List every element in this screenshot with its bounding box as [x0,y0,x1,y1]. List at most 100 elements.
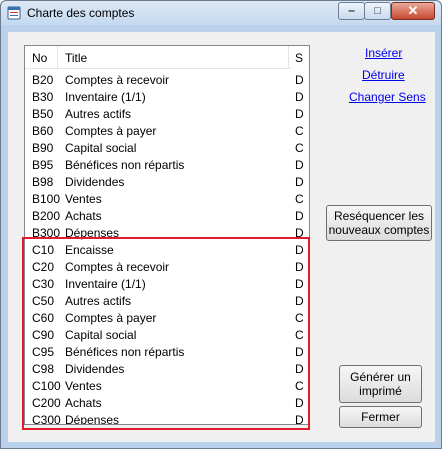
account-sign: D [295,396,304,410]
close-window-button[interactable]: ✕ [391,2,435,20]
table-row[interactable]: C30 Inventaire (1/1) D [25,276,304,293]
column-header-title[interactable]: Title [65,51,87,65]
table-row[interactable]: B20 Comptes à recevoir D [25,72,304,89]
account-title: Ventes [65,192,102,206]
account-number: B100 [32,192,61,206]
table-row[interactable]: B300 Dépenses D [25,225,304,242]
account-title: Dépenses [65,413,120,425]
account-number: B95 [32,158,54,172]
account-sign: C [295,311,304,325]
column-divider[interactable] [288,46,289,68]
insert-link[interactable]: Insérer [365,46,402,60]
account-number: B50 [32,107,54,121]
account-sign: D [295,73,304,87]
account-sign: D [295,107,304,121]
account-number: C100 [32,379,61,393]
column-header-no[interactable]: No [32,51,47,65]
account-title: Inventaire (1/1) [65,277,146,291]
account-title: Comptes à payer [65,124,157,138]
close-button-label: Fermer [361,410,400,424]
minimize-button[interactable]: ‒ [338,2,365,20]
account-sign: C [295,124,304,138]
close-icon: ✕ [407,3,419,18]
account-title: Bénéfices non répartis [65,158,185,172]
account-title: Dépenses [65,226,120,240]
client-area: No Title S B20 Comptes à recevoir D B30 Inve… [8,32,435,442]
resequence-button-line2: nouveaux comptes [328,223,430,237]
table-row[interactable]: C10 Encaisse D [25,242,304,259]
account-sign: D [295,260,304,274]
account-title: Autres actifs [65,294,132,308]
account-title: Dividendes [65,175,125,189]
account-title: Autres actifs [65,107,132,121]
table-row[interactable]: C200 Achats D [25,395,304,412]
account-number: C20 [32,260,55,274]
account-title: Achats [65,396,102,410]
account-sign: D [295,362,304,376]
chart-of-accounts-window: Charte des comptes ‒ □ ✕ No Title S B20 C… [0,0,442,449]
table-row[interactable]: C95 Bénéfices non répartis D [25,344,304,361]
account-sign: D [295,413,304,425]
account-number: C60 [32,311,55,325]
account-sign: D [295,277,304,291]
account-sign: D [295,158,304,172]
table-row[interactable]: B50 Autres actifs D [25,106,304,123]
account-title: Dividendes [65,362,125,376]
title-bar[interactable]: Charte des comptes ‒ □ ✕ [1,1,441,25]
account-number: C98 [32,362,55,376]
table-row[interactable]: C98 Dividendes D [25,361,304,378]
column-divider[interactable] [57,46,58,68]
delete-link[interactable]: Détruire [362,68,405,82]
account-number: C200 [32,396,61,410]
account-number: B90 [32,141,54,155]
table-row[interactable]: B100 Ventes C [25,191,304,208]
table-row[interactable]: C50 Autres actifs D [25,293,304,310]
app-icon [7,6,21,20]
account-number: C95 [32,345,55,359]
change-sign-link[interactable]: Changer Sens [349,90,426,104]
window-title: Charte des comptes [27,6,135,20]
table-row[interactable]: B95 Bénéfices non répartis D [25,157,304,174]
generate-print-button[interactable]: Générer un imprimé [339,365,422,403]
account-title: Capital social [65,328,137,342]
account-sign: D [295,226,304,240]
table-row[interactable]: C60 Comptes à payer C [25,310,304,327]
generate-print-button-line1: Générer un [350,370,411,384]
vertical-scrollbar[interactable]: ▲ ▼ [309,46,310,424]
table-row[interactable]: B200 Achats D [25,208,304,225]
account-number: B300 [32,226,61,240]
account-title: Inventaire (1/1) [65,90,146,104]
table-row[interactable]: B90 Capital social C [25,140,304,157]
account-sign: D [295,209,304,223]
account-number: B30 [32,90,54,104]
list-rows: B20 Comptes à recevoir D B30 Inventaire (1/1… [25,72,304,425]
table-row[interactable]: C90 Capital social C [25,327,304,344]
account-number: B200 [32,209,61,223]
table-row[interactable]: B60 Comptes à payer C [25,123,304,140]
account-number: B60 [32,124,54,138]
table-row[interactable]: C100 Ventes C [25,378,304,395]
table-row[interactable]: C20 Comptes à recevoir D [25,259,304,276]
accounts-list[interactable]: No Title S B20 Comptes à recevoir D B30 Inve… [24,45,310,425]
minimize-icon: ‒ [348,5,355,17]
account-title: Achats [65,209,102,223]
column-header-sign[interactable]: S [295,51,303,65]
close-button[interactable]: Fermer [339,406,422,428]
account-number: B20 [32,73,54,87]
table-row[interactable]: B98 Dividendes D [25,174,304,191]
account-number: C90 [32,328,55,342]
account-sign: D [295,175,304,189]
account-sign: C [295,379,304,393]
account-sign: D [295,345,304,359]
maximize-button[interactable]: □ [364,2,391,20]
account-sign: D [295,294,304,308]
table-row[interactable]: B30 Inventaire (1/1) D [25,89,304,106]
account-title: Encaisse [65,243,114,257]
resequence-button[interactable]: Reséquencer les nouveaux comptes [326,205,432,241]
account-sign: C [295,192,304,206]
account-sign: D [295,90,304,104]
account-sign: C [295,141,304,155]
table-row[interactable]: C300 Dépenses D [25,412,304,425]
account-number: C50 [32,294,55,308]
account-title: Bénéfices non répartis [65,345,185,359]
